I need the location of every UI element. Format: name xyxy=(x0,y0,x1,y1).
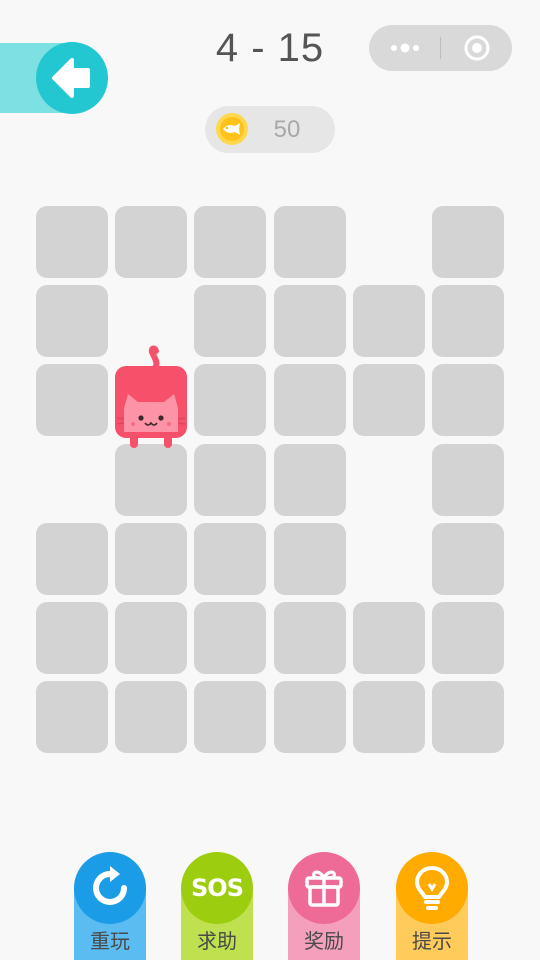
board-tile xyxy=(432,681,504,754)
replay-label: 重玩 xyxy=(90,931,130,953)
board-tile xyxy=(352,364,425,437)
hint-button-circle xyxy=(396,852,468,924)
sos-icon: SOS xyxy=(191,874,244,902)
cat-player[interactable] xyxy=(114,342,188,450)
board-tile xyxy=(432,522,504,595)
board-tile xyxy=(194,681,267,754)
board-tile xyxy=(352,602,425,674)
board-tile xyxy=(36,285,108,358)
hint-label: 提示 xyxy=(412,931,452,953)
board-tile xyxy=(432,602,504,674)
replay-icon xyxy=(93,866,127,905)
puzzle-board xyxy=(0,0,540,960)
board-tile xyxy=(273,443,346,516)
board-tile xyxy=(432,364,504,437)
lightbulb-icon xyxy=(415,866,449,910)
board-tile xyxy=(36,681,108,754)
board-tile xyxy=(36,522,108,595)
board-tile xyxy=(273,206,346,278)
board-tile xyxy=(36,364,108,437)
board-tile xyxy=(194,602,267,674)
board-tile xyxy=(352,681,425,754)
board-tile xyxy=(194,285,267,358)
gift-icon xyxy=(305,870,343,907)
board-tile xyxy=(273,602,346,674)
board-tile xyxy=(115,443,188,516)
board-tile xyxy=(115,602,188,674)
sos-label: 求助 xyxy=(197,931,237,953)
replay-button-circle xyxy=(74,852,146,924)
board-tile xyxy=(273,364,346,437)
board-tile xyxy=(36,206,108,278)
hint-button[interactable]: 提示 xyxy=(396,852,468,960)
board-tile xyxy=(194,364,267,437)
gift-button[interactable]: 奖励 xyxy=(288,852,360,960)
action-bar: 重玩 SOS 求助 奖励 提示 xyxy=(0,852,540,960)
board-tile xyxy=(115,681,188,754)
sos-button-circle: SOS xyxy=(181,852,253,924)
board-tile xyxy=(432,443,504,516)
board-tile xyxy=(194,206,267,278)
board-tile xyxy=(194,443,267,516)
board-tile xyxy=(273,285,346,358)
board-tile xyxy=(273,681,346,754)
board-tile xyxy=(352,285,425,358)
board-tile xyxy=(194,522,267,595)
gift-button-circle xyxy=(288,852,360,924)
gift-label: 奖励 xyxy=(304,931,344,953)
board-tile xyxy=(432,285,504,358)
board-tile xyxy=(36,602,108,674)
board-tile xyxy=(115,522,188,595)
replay-button[interactable]: 重玩 xyxy=(74,852,146,960)
sos-button[interactable]: SOS 求助 xyxy=(181,852,253,960)
board-tile xyxy=(273,522,346,595)
board-tile xyxy=(432,206,504,278)
board-tile xyxy=(115,206,188,278)
